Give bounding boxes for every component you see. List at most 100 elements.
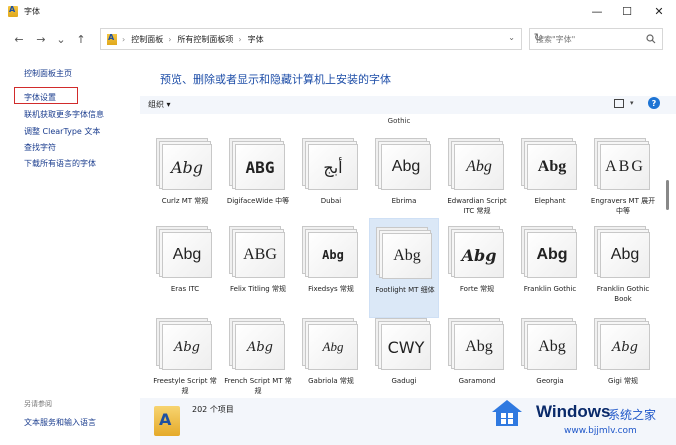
fonts-folder-icon [107, 33, 117, 45]
font-file-icon: Abg [521, 226, 577, 278]
font-name-label: Fixedsys 常规 [308, 285, 354, 293]
sidebar-item-control-panel-home[interactable]: 控制面板主页 [24, 68, 72, 79]
help-icon[interactable]: ? [648, 97, 660, 109]
fonts-folder-icon [154, 406, 180, 436]
font-tile[interactable]: ABG Engravers MT 展开 中等 [588, 130, 658, 230]
font-tile[interactable]: Abg Franklin Gothic [515, 218, 585, 318]
font-file-icon: Abg [448, 138, 504, 190]
font-tile[interactable]: Abg French Script MT 常规 [223, 310, 293, 404]
breadcrumb-all-items[interactable]: 所有控制面板项 [177, 34, 233, 45]
font-file-icon: Abg [156, 318, 212, 370]
search-icon[interactable] [646, 34, 656, 44]
font-tile[interactable]: ABG Felix Titling 常规 [223, 218, 293, 318]
font-name-label: Eras ITC [170, 285, 200, 293]
watermark-url: www.bjjmlv.com [564, 426, 637, 436]
font-tile[interactable]: Abg Franklin Gothic Book [588, 218, 658, 318]
font-file-icon: ABG [229, 226, 285, 278]
font-file-icon: Abg [156, 138, 212, 190]
font-page-front: Abg [308, 232, 358, 278]
command-bar: 组织 ▾ ▾ ? [140, 96, 676, 114]
font-name-label: Dubai [320, 197, 342, 205]
back-button[interactable]: ← [10, 30, 28, 48]
view-mode-icon[interactable] [614, 99, 624, 108]
font-file-icon: Abg [156, 226, 212, 278]
font-sample-text: Abg [393, 247, 421, 264]
address-bar[interactable]: › 控制面板 › 所有控制面板项 › 字体 ⌄ ↻ [100, 28, 543, 50]
font-sample-text: ABG [243, 246, 277, 263]
font-sample-text: Abg [538, 338, 566, 355]
page-title: 预览、删除或者显示和隐藏计算机上安装的字体 [160, 73, 391, 86]
font-page-front: ABG [600, 144, 650, 190]
font-tile[interactable]: Abg Elephant [515, 130, 585, 230]
font-tile[interactable]: Abg Freestyle Script 常规 [150, 310, 220, 404]
font-tile[interactable]: ABG DigifaceWide 中等 [223, 130, 293, 230]
font-sample-text: Abg [461, 245, 497, 265]
sidebar-item-text-services[interactable]: 文本服务和输入语言 [24, 417, 96, 428]
windows-logo-icon [492, 400, 522, 426]
font-page-front: Abg [308, 324, 358, 370]
organize-menu-button[interactable]: 组织 ▾ [148, 99, 171, 110]
partial-tile-label: Gothic [387, 117, 411, 125]
watermark: Windows 系统之家 www.bjjmlv.com [484, 392, 674, 442]
font-page-front: Abg [527, 144, 577, 190]
minimize-button[interactable]: — [582, 0, 612, 22]
scrollbar-thumb[interactable] [666, 180, 669, 210]
font-page-front: ABG [235, 232, 285, 278]
sidebar-item-download-fonts[interactable]: 下载所有语言的字体 [24, 158, 96, 169]
font-tile[interactable]: Abg Forte 常规 [442, 218, 512, 318]
font-tile[interactable]: Abg Edwardian Script ITC 常规 [442, 130, 512, 230]
font-grid: Gothic Abg Curlz MT 常规 ABG DigifaceWide 中等 أ… [140, 114, 676, 404]
font-name-label: Garamond [458, 377, 496, 385]
font-tile[interactable]: Abg Fixedsys 常规 [296, 218, 366, 318]
recent-locations-button[interactable]: ⌄ [52, 30, 70, 48]
search-input[interactable]: 搜索"字体" [529, 28, 663, 50]
font-sample-text: Abg [610, 246, 640, 263]
font-sample-text: Abg [536, 246, 568, 263]
font-tile[interactable]: أبج Dubai [296, 130, 366, 230]
font-tile[interactable]: Abg Ebrima [369, 130, 439, 230]
font-page-front: Abg [600, 324, 650, 370]
font-tile[interactable]: Abg Georgia [515, 310, 585, 404]
sidebar-item-cleartype[interactable]: 调整 ClearType 文本 [24, 126, 100, 137]
font-tile[interactable]: Abg Curlz MT 常规 [150, 130, 220, 230]
font-sample-text: Abg [466, 158, 492, 175]
fonts-folder-icon [8, 5, 18, 17]
close-button[interactable]: ✕ [644, 0, 674, 22]
breadcrumb-fonts[interactable]: 字体 [248, 34, 264, 45]
font-tile[interactable]: Abg Eras ITC [150, 218, 220, 318]
font-file-icon: Abg [302, 226, 358, 278]
forward-button[interactable]: → [32, 30, 50, 48]
watermark-brand: Windows [536, 402, 611, 421]
maximize-button[interactable]: ☐ [612, 0, 642, 22]
vertical-scrollbar[interactable] [665, 116, 671, 406]
font-page-front: Abg [527, 232, 577, 278]
sidebar-item-get-more-fonts[interactable]: 联机获取更多字体信息 [24, 109, 104, 120]
breadcrumb-separator: › [122, 34, 126, 44]
breadcrumb-control-panel[interactable]: 控制面板 [131, 34, 163, 45]
font-page-front: Abg [162, 232, 212, 278]
font-tile[interactable]: Abg Gigi 常规 [588, 310, 658, 404]
sidebar-item-find-character[interactable]: 查找字符 [24, 142, 56, 153]
up-button[interactable]: ↑ [72, 30, 90, 48]
font-page-front: Abg [381, 144, 431, 190]
font-name-label: Felix Titling 常规 [230, 285, 286, 293]
font-page-front: Abg [454, 144, 504, 190]
font-tile[interactable]: CWY Gadugi [369, 310, 439, 404]
breadcrumb-separator: › [168, 34, 172, 44]
address-dropdown-icon[interactable]: ⌄ [508, 33, 515, 42]
title-bar: 字体 — ☐ ✕ [0, 0, 676, 22]
chevron-down-icon[interactable]: ▾ [630, 99, 634, 107]
font-tile[interactable]: Abg Gabriola 常规 [296, 310, 366, 404]
font-name-label: Elephant [534, 197, 566, 205]
font-tile[interactable]: Abg Garamond [442, 310, 512, 404]
font-tile[interactable]: Abg Footlight MT 细体 [369, 218, 439, 318]
font-sample-text: CWY [387, 337, 425, 357]
font-page-front: Abg [382, 233, 432, 279]
font-name-label: Curlz MT 常规 [161, 197, 209, 205]
font-name-label: Engravers MT 展开 中等 [590, 197, 656, 215]
font-sample-text: Abg [465, 338, 493, 355]
font-name-label: Franklin Gothic Book [596, 285, 650, 303]
font-sample-text: أبج [323, 157, 343, 177]
search-placeholder: 搜索"字体" [536, 34, 576, 44]
main-pane: 预览、删除或者显示和隐藏计算机上安装的字体 组织 ▾ ▾ ? Gothic Ab… [140, 56, 676, 445]
